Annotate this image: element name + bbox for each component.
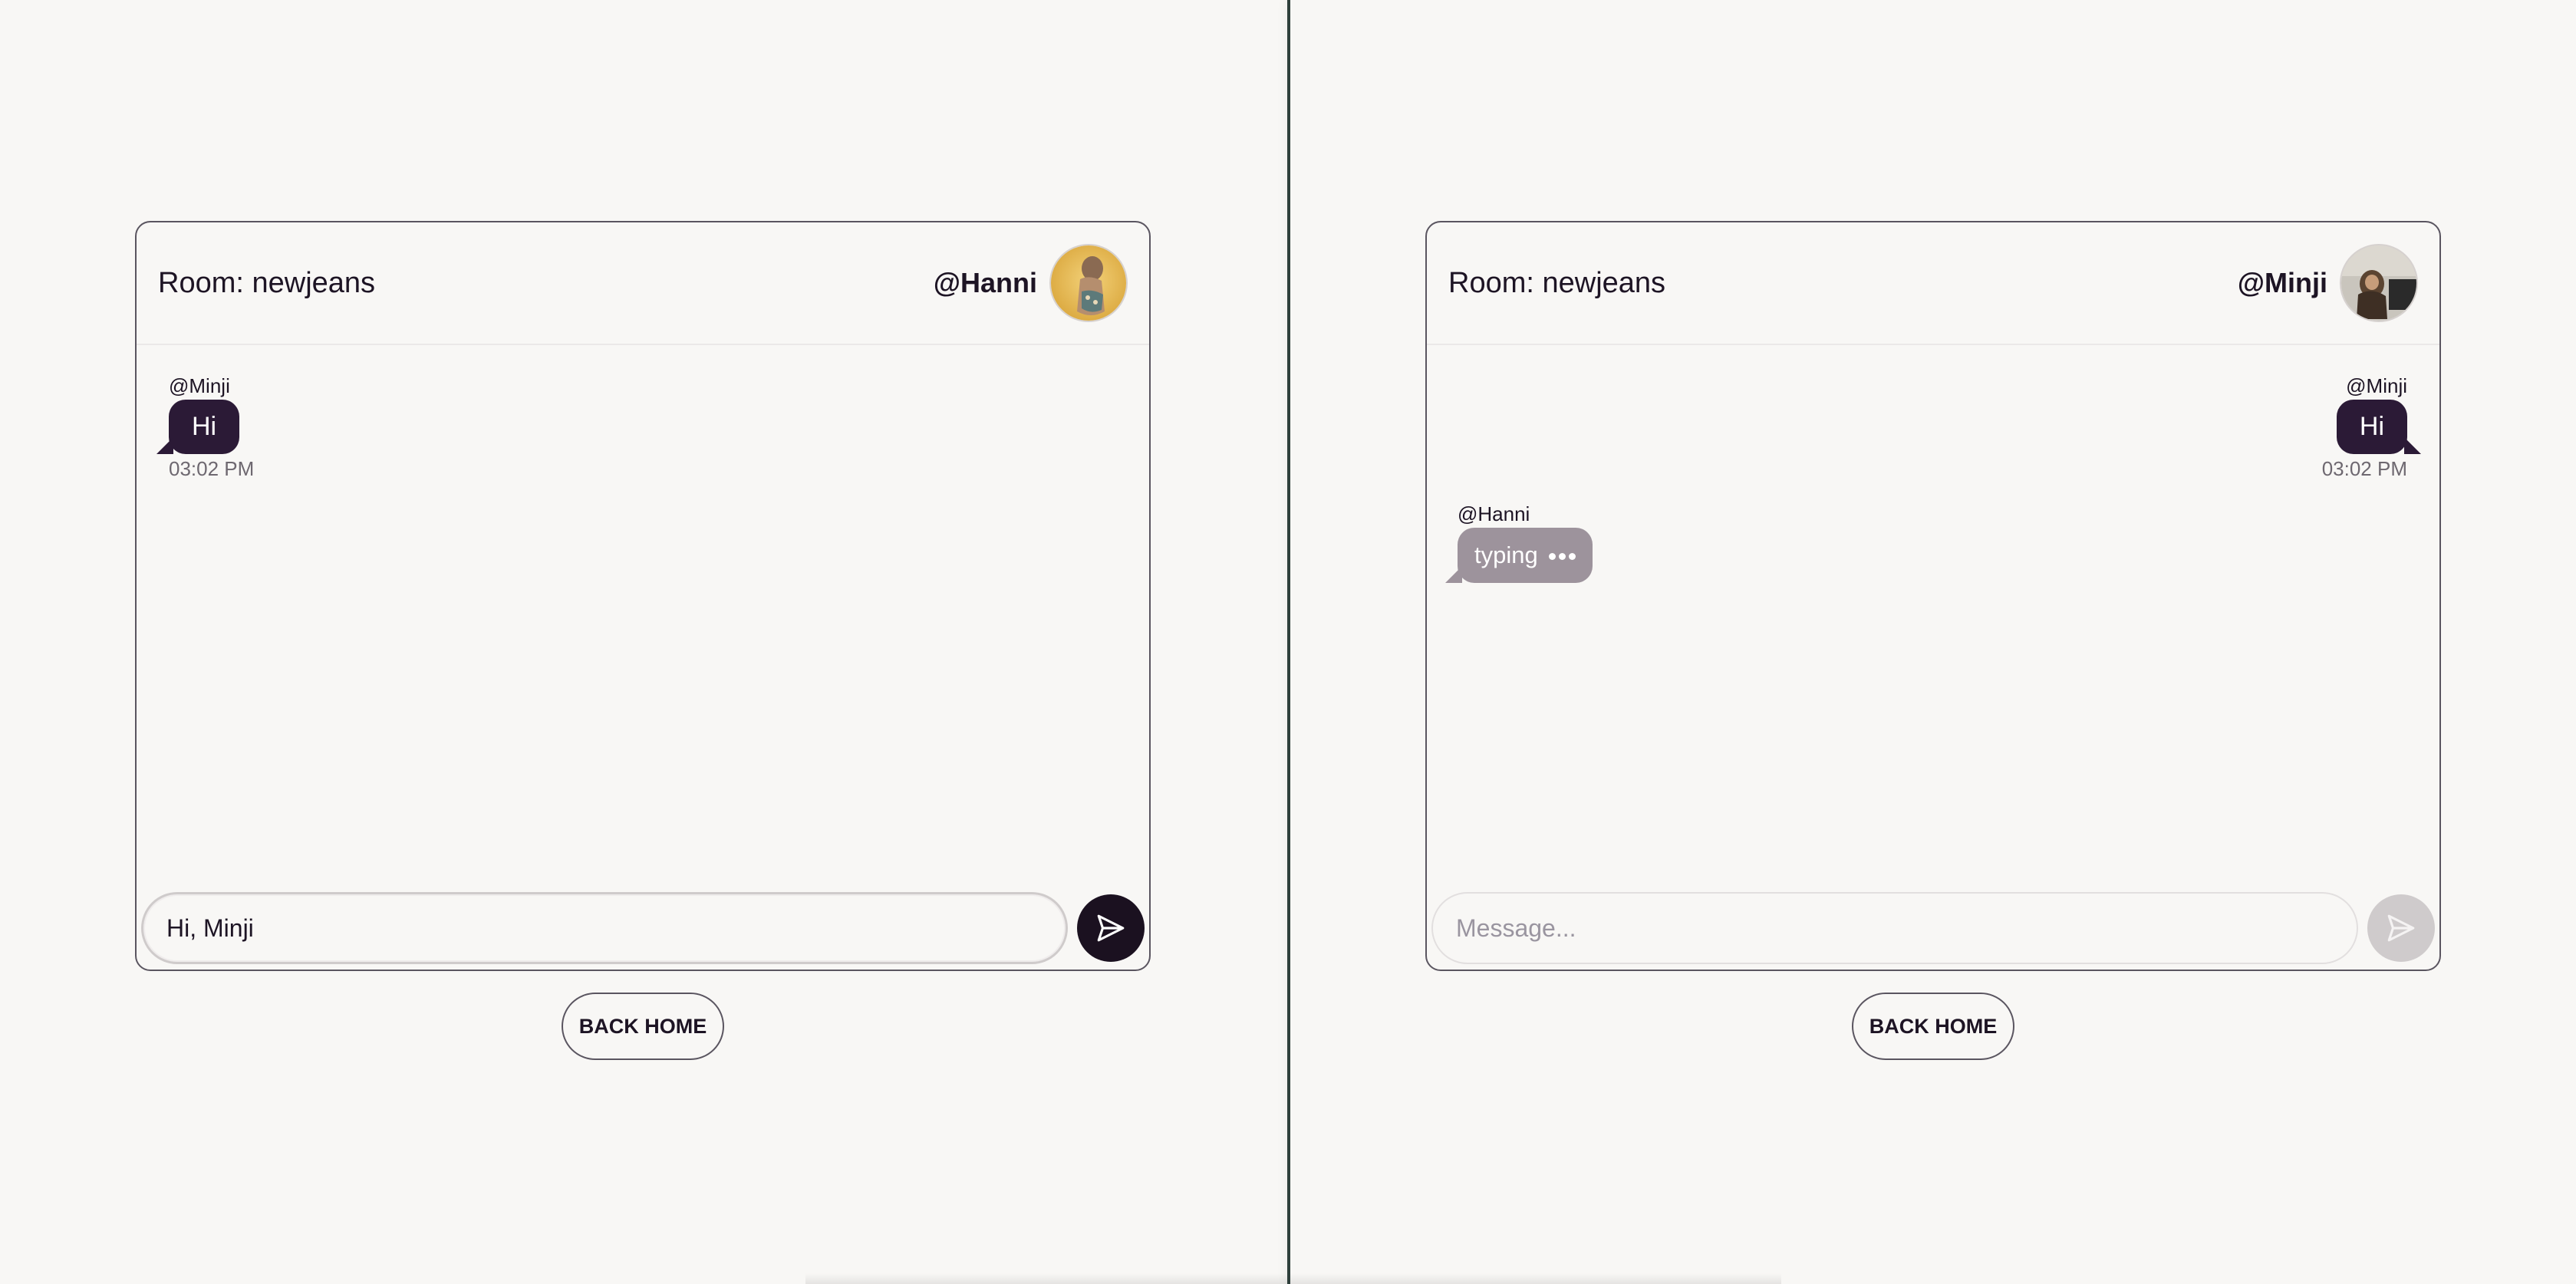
message-list: @Minji Hi 03:02 PM [137,345,1149,888]
current-user: @Minji [2238,244,2418,322]
avatar-photo-icon [1051,245,1126,321]
window-edge-shadow [1290,1273,1781,1284]
window-edge-shadow [805,1273,1287,1284]
chat-header: Room: newjeans @Hanni [137,222,1149,345]
message-composer [137,887,1149,970]
message-item-own: @Minji Hi 03:02 PM [2321,374,2422,481]
message-bubble: Hi [2336,400,2422,454]
room-title: Room: newjeans [1448,266,1666,299]
avatar [2340,244,2418,322]
message-time: 03:02 PM [169,457,255,480]
username: @Minji [2237,267,2327,298]
message-input[interactable] [1431,892,2358,964]
room-title: Room: newjeans [158,266,376,299]
typing-label: typing [1474,542,1538,568]
chat-header: Room: newjeans @Minji [1427,222,2439,345]
typing-dots-icon [1549,553,1576,561]
current-user: @Hanni [934,244,1128,322]
send-button[interactable] [2367,894,2435,962]
back-home-button[interactable]: BACK HOME [1852,993,2014,1060]
avatar [1049,244,1128,322]
chat-card: Room: newjeans @Hanni @Minji Hi 03:02 PM… [135,221,1151,971]
message-item: @Minji Hi 03:02 PM [156,374,255,481]
message-sender: @Hanni [1458,502,1530,525]
send-arrow-icon [1097,914,1125,942]
chat-card: Room: newjeans @Minji @Minji Hi 03:02 PM… [1425,221,2441,971]
typing-bubble: typing [1444,528,1593,583]
message-list: @Minji Hi 03:02 PM @Hanni typing [1427,345,2439,888]
send-arrow-icon [2387,914,2415,942]
message-composer [1427,887,2439,970]
message-time: 03:02 PM [2321,457,2407,480]
back-home-button[interactable]: BACK HOME [562,993,724,1060]
avatar-photo-icon [2341,245,2416,321]
message-sender: @Minji [169,374,230,397]
typing-indicator: @Hanni typing [1444,502,1593,583]
send-button[interactable] [1077,894,1145,962]
message-sender: @Minji [2346,374,2407,397]
message-bubble: Hi [156,400,240,454]
right-browser-window: Room: newjeans @Minji @Minji Hi 03:02 PM… [1290,0,2576,1284]
username: @Hanni [933,267,1037,298]
left-browser-window: Room: newjeans @Hanni @Minji Hi 03:02 PM… [0,0,1287,1284]
message-input[interactable] [141,892,1068,964]
